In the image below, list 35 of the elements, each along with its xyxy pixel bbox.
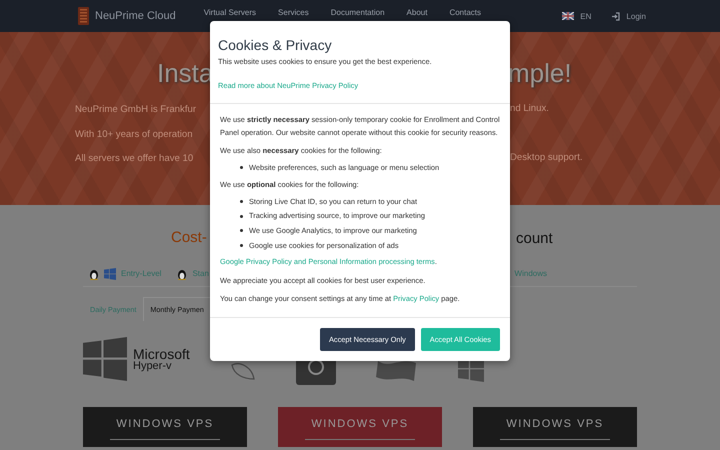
flag-icon — [562, 12, 574, 20]
logo-text: Hyper-v — [133, 360, 173, 372]
hero-text: All servers we offer have 10 — [75, 153, 194, 164]
language-link[interactable]: EN — [580, 12, 592, 20]
plan-title: WINDOWS VPS — [500, 418, 610, 440]
bullet-icon — [240, 200, 243, 204]
windows-icon — [104, 268, 116, 280]
login-link[interactable]: Login — [626, 12, 646, 20]
bullet-icon — [240, 166, 243, 170]
brand-name[interactable]: NeuPrime Cloud — [95, 10, 176, 22]
section-heading: Cost- — [171, 229, 207, 246]
dialog-title: Cookies & Privacy — [218, 37, 333, 53]
nav-link[interactable]: About — [406, 8, 428, 17]
hero-text: nd Linux. — [510, 102, 549, 114]
hero-text: Desktop support. — [510, 152, 583, 163]
plan-title: WINDOWS VPS — [305, 418, 415, 440]
bullet-icon — [240, 229, 243, 232]
plan-title: WINDOWS VPS — [110, 418, 220, 440]
nav-link[interactable]: Services — [278, 8, 309, 17]
penguin-icon — [89, 268, 99, 280]
leaf-icon — [230, 361, 256, 381]
section-heading: count — [516, 230, 553, 246]
hero-text: With 10+ years of operation — [75, 128, 193, 140]
login-icon — [611, 12, 620, 20]
bullet-icon — [240, 244, 243, 248]
nav-link[interactable]: Contacts — [449, 8, 482, 17]
penguin-icon — [177, 268, 188, 280]
bullet-icon — [240, 214, 243, 218]
nav-link[interactable]: Documentation — [330, 8, 385, 17]
logo-icon[interactable] — [78, 7, 89, 25]
hero-text: NeuPrime GmbH is Frankfur — [75, 104, 196, 116]
windows-logo-icon — [83, 337, 127, 381]
hero-title: mple! — [508, 58, 572, 88]
logo-text: Microsoft — [133, 346, 190, 360]
nav-link[interactable]: Virtual Servers — [204, 8, 256, 17]
